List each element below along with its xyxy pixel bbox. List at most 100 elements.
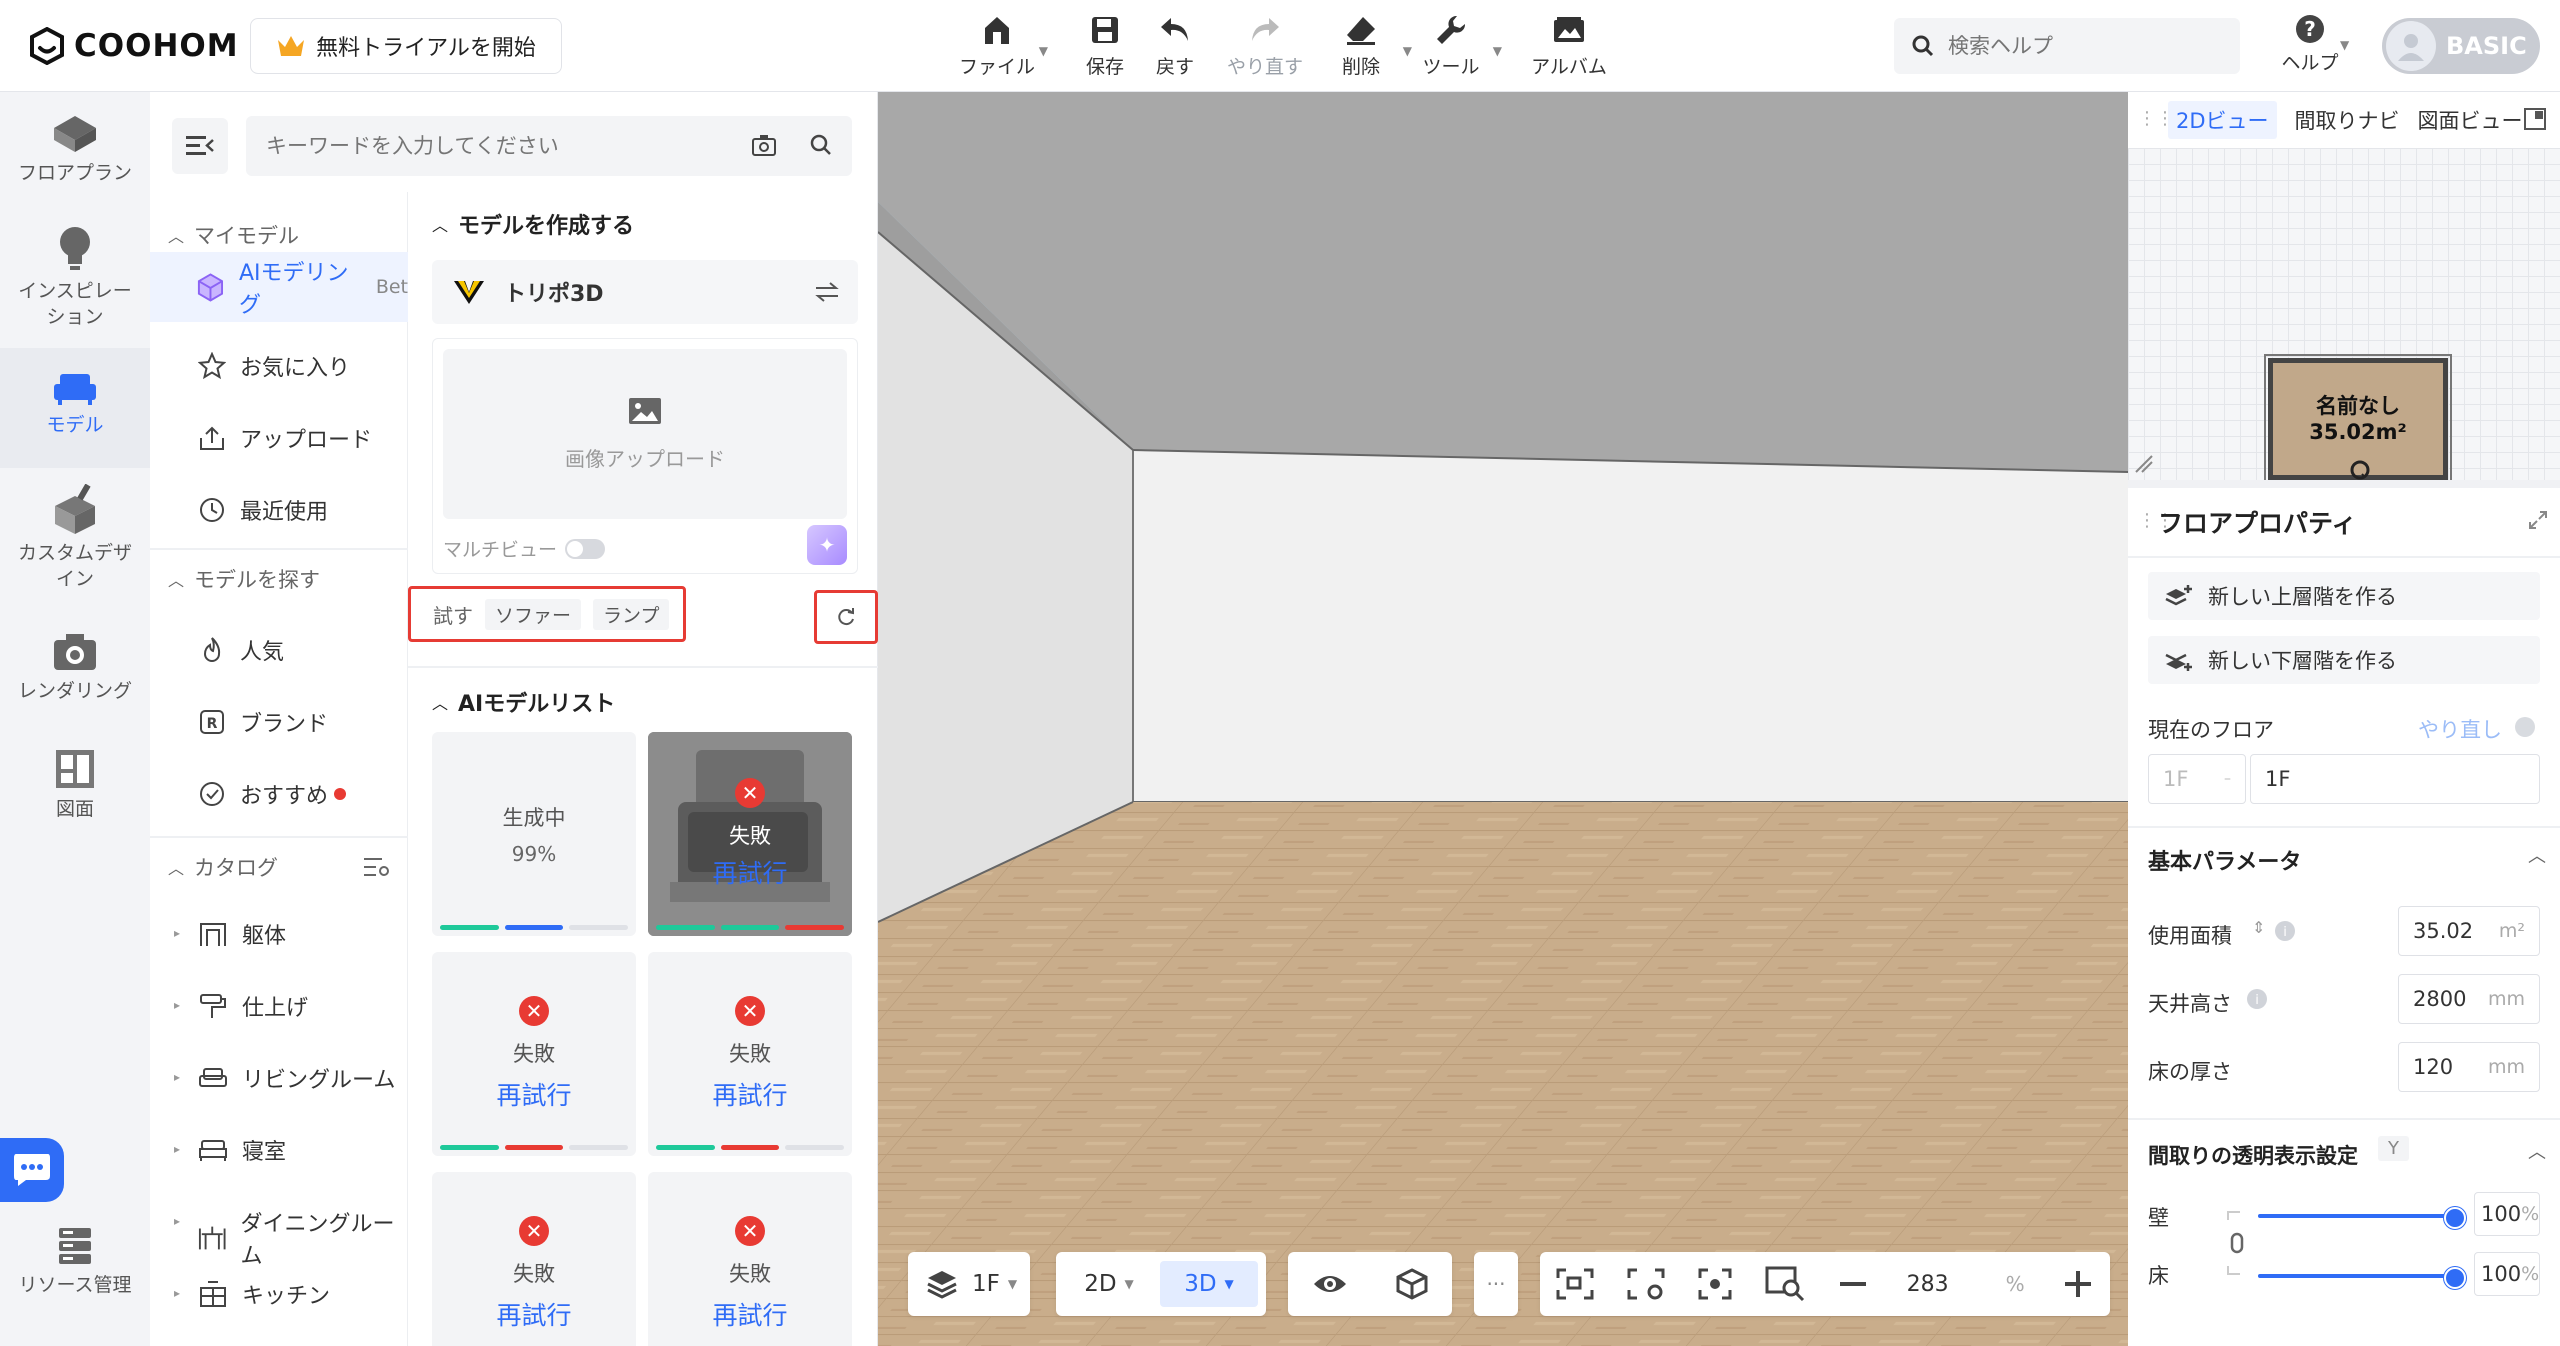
resize-handle-icon[interactable]	[2134, 454, 2154, 474]
redo-button[interactable]: やり直す	[1220, 12, 1310, 79]
try-chip-sofa[interactable]: ソファー	[485, 598, 582, 630]
ai-model-card[interactable]: ✕ 失敗 再試行	[648, 732, 852, 936]
recommended-item[interactable]: おすすめ	[198, 778, 347, 810]
wall-opacity-field[interactable]: 100%	[2474, 1192, 2540, 1236]
catalog-item-dining[interactable]: ダイニングルーム	[198, 1206, 407, 1270]
brand-item[interactable]: R ブランド	[198, 706, 328, 738]
ai-model-card[interactable]: ✕ 失敗 再試行	[648, 952, 852, 1156]
rail-resources[interactable]: リソース管理	[0, 1226, 150, 1336]
filter-settings-icon[interactable]	[364, 856, 390, 878]
catalog-item-structure[interactable]: 躯体	[198, 918, 286, 950]
help-search-input[interactable]	[1948, 34, 2208, 58]
frame-settings-icon[interactable]	[1627, 1268, 1665, 1300]
app-logo[interactable]: COOHOM	[28, 24, 239, 68]
ai-model-card[interactable]: 生成中 99%	[432, 732, 636, 936]
rail-rendering[interactable]: レンダリング	[0, 632, 150, 732]
sort-icon[interactable]: ⇕	[2252, 918, 2265, 937]
try-chip-lamp[interactable]: ランプ	[593, 598, 670, 630]
retry-link[interactable]: 再試行	[712, 1296, 787, 1332]
model-search[interactable]	[246, 116, 852, 176]
start-trial-button[interactable]: 無料トライアルを開始	[250, 18, 562, 74]
rail-model[interactable]: モデル	[0, 348, 150, 468]
chevron-down-icon[interactable]: ▼	[2340, 38, 2349, 52]
section-find-models[interactable]: ︿ モデルを探す	[168, 564, 320, 594]
collapse-panel-button[interactable]	[172, 118, 228, 174]
more-button[interactable]: ···	[1474, 1252, 1518, 1316]
chevron-up-icon[interactable]: ︿	[2528, 1138, 2546, 1164]
zoom-out-icon[interactable]	[1838, 1269, 1868, 1299]
delete-button[interactable]: 削除 ▼	[1316, 12, 1412, 79]
link-icon[interactable]	[2224, 1208, 2252, 1278]
engine-selector[interactable]: トリポ3D	[432, 260, 858, 324]
rail-drawing[interactable]: 図面	[0, 748, 150, 848]
cube-view-icon[interactable]	[1396, 1268, 1428, 1300]
zoom-level-field[interactable]: 283%	[1901, 1262, 2031, 1306]
tab-2d-view[interactable]: 2Dビュー	[2168, 101, 2277, 139]
retry-link[interactable]: 再試行	[496, 1296, 571, 1332]
image-upload-dropzone[interactable]: 画像アップロード	[443, 349, 847, 519]
retry-link[interactable]: 再試行	[712, 1076, 787, 1112]
catalog-item-finishes[interactable]: 仕上げ	[198, 990, 308, 1022]
refresh-suggestions-button[interactable]	[814, 590, 878, 644]
ai-model-card[interactable]: ✕ 失敗 再試行	[648, 1172, 852, 1346]
ai-model-card[interactable]: ✕ 失敗 再試行	[432, 952, 636, 1156]
help-button[interactable]: ? ヘルプ	[2270, 14, 2350, 75]
floor-name-field[interactable]: 1F	[2250, 754, 2540, 804]
zoom-fit-icon[interactable]	[1765, 1266, 1805, 1302]
toggle-switch[interactable]	[565, 538, 606, 559]
area-field[interactable]: 35.02 m²	[2398, 906, 2540, 956]
undo-button[interactable]: 戻す	[1130, 12, 1220, 79]
rail-floorplan[interactable]: フロアプラン	[0, 114, 150, 214]
camera-search-icon[interactable]	[752, 134, 776, 156]
section-catalog[interactable]: ︿ カタログ	[168, 852, 278, 882]
wall-opacity-slider[interactable]	[2258, 1207, 2466, 1229]
model-search-input[interactable]	[266, 134, 726, 158]
minimize-icon[interactable]	[2524, 108, 2546, 130]
transparency-tag[interactable]: Y	[2378, 1136, 2409, 1161]
zoom-in-icon[interactable]	[2063, 1269, 2093, 1299]
multiview-toggle[interactable]: マルチビュー	[443, 535, 606, 562]
help-search[interactable]	[1894, 18, 2240, 74]
floor-selector[interactable]: 1F ▼	[908, 1252, 1030, 1316]
new-upper-floor-button[interactable]: 新しい上層階を作る	[2148, 572, 2540, 620]
search-icon[interactable]	[810, 134, 832, 156]
catalog-item-bedroom[interactable]: 寝室	[198, 1134, 286, 1166]
create-model-header[interactable]: ︿ モデルを作成する	[432, 208, 634, 240]
mode-2d-button[interactable]: 2D ▼	[1066, 1261, 1152, 1307]
catalog-item-kitchen[interactable]: キッチン	[198, 1278, 330, 1310]
album-button[interactable]: アルバム	[1524, 12, 1614, 79]
floor-opacity-field[interactable]: 100%	[2474, 1252, 2540, 1296]
recent-item[interactable]: 最近使用	[198, 494, 328, 526]
chevron-up-icon[interactable]: ︿	[2528, 842, 2546, 868]
file-menu-button[interactable]: ファイル ▼	[952, 12, 1048, 79]
floor-thickness-field[interactable]: 120 mm	[2398, 1042, 2540, 1092]
eye-icon[interactable]	[1312, 1272, 1348, 1296]
ai-modeling-item[interactable]: AIモデリング Bet	[150, 252, 408, 322]
focus-icon[interactable]	[1698, 1268, 1732, 1300]
rail-inspiration[interactable]: インスピレーション	[0, 224, 150, 334]
chat-button[interactable]	[0, 1138, 64, 1202]
new-lower-floor-button[interactable]: 新しい下層階を作る	[2148, 636, 2540, 684]
rail-custom-design[interactable]: カスタムデザイン	[0, 484, 150, 594]
ceiling-height-field[interactable]: 2800 mm	[2398, 974, 2540, 1024]
favorites-item[interactable]: お気に入り	[198, 350, 350, 382]
catalog-item-living[interactable]: リビングルーム	[198, 1062, 395, 1094]
tab-drawing-view[interactable]: 図面ビュー	[2418, 105, 2523, 135]
floor-opacity-slider[interactable]	[2258, 1267, 2466, 1289]
ai-model-card[interactable]: ✕ 失敗 再試行	[432, 1172, 636, 1346]
magic-generate-button[interactable]: ✦	[807, 525, 847, 565]
selection-frame-icon[interactable]	[1556, 1268, 1594, 1300]
section-my-models[interactable]: ︿ マイモデル	[168, 220, 299, 250]
floor-prefix-field[interactable]: 1F –	[2148, 754, 2246, 804]
tools-button[interactable]: ツール ▼	[1406, 12, 1502, 79]
popular-item[interactable]: 人気	[198, 634, 284, 666]
retry-link[interactable]: 再試行	[496, 1076, 571, 1112]
mode-3d-button[interactable]: 3D ▼	[1160, 1261, 1258, 1307]
upload-item[interactable]: アップロード	[198, 422, 372, 454]
tab-floor-nav[interactable]: 間取りナビ	[2295, 105, 2400, 135]
drag-handle-icon[interactable]: ⋮⋮	[2138, 108, 2174, 129]
account-badge[interactable]: BASIC	[2382, 18, 2540, 74]
minimap-canvas[interactable]: 名前なし 35.02m²	[2128, 148, 2560, 546]
expand-icon[interactable]	[2528, 510, 2548, 530]
redo-link[interactable]: やり直し	[2418, 714, 2502, 744]
